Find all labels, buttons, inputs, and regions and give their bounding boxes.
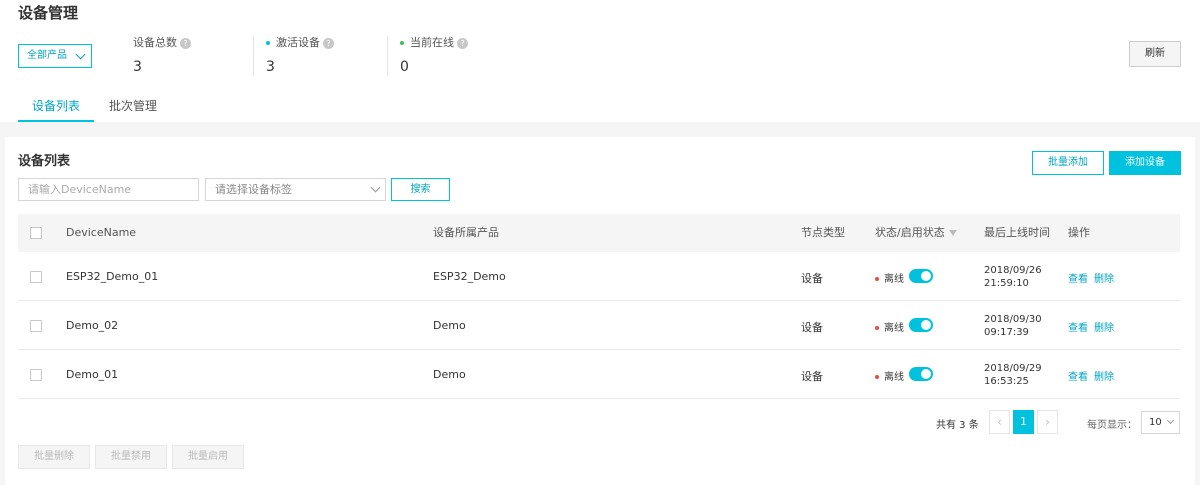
stat-value: 3 — [266, 59, 275, 75]
per-page-select[interactable]: 10 — [1141, 411, 1180, 434]
divider — [387, 36, 388, 76]
table-row: ESP32_Demo_01 ESP32_Demo 设备 离线 2018/09/2… — [18, 252, 1180, 301]
page-title: 设备管理 — [18, 4, 79, 22]
tab-device-list[interactable]: 设备列表 — [18, 97, 94, 122]
stat-label: 设备总数 — [133, 36, 177, 49]
help-icon[interactable]: ? — [457, 37, 468, 49]
last-online-time: 2018/09/30 09:17:39 — [984, 313, 1042, 339]
table-header: DeviceName 设备所属产品 节点类型 状态/启用状态 最后上线时间 操作 — [18, 214, 1180, 252]
column-header-last-online: 最后上线时间 — [984, 226, 1050, 239]
enable-toggle[interactable] — [909, 318, 933, 332]
per-page-value: 10 — [1149, 417, 1162, 428]
last-online-clock: 21:59:10 — [984, 278, 1029, 289]
product-filter-select[interactable]: 全部产品 — [18, 44, 92, 68]
bulk-disable-button[interactable]: 批量禁用 — [95, 445, 167, 469]
device-name: Demo_02 — [66, 319, 119, 332]
device-tag-placeholder: 请选择设备标签 — [215, 183, 292, 196]
add-device-button[interactable]: 添加设备 — [1109, 151, 1181, 175]
view-link[interactable]: 查看 — [1068, 270, 1088, 285]
last-online-date: 2018/09/26 — [984, 265, 1042, 276]
pagination-prev-button[interactable]: ‹ — [989, 410, 1010, 434]
status-dot-icon — [400, 41, 404, 45]
status-dot-icon — [875, 277, 879, 281]
status-badge: 离线 — [875, 368, 904, 383]
node-type: 设备 — [801, 370, 823, 383]
refresh-button[interactable]: 刷新 — [1129, 41, 1181, 67]
help-icon[interactable]: ? — [180, 37, 191, 49]
per-page-label: 每页显示： — [1087, 420, 1137, 431]
device-name-search-input[interactable]: 请输入DeviceName — [18, 178, 199, 201]
column-header-status[interactable]: 状态/启用状态 — [875, 214, 957, 252]
stat-activated-devices: 激活设备? 3 — [266, 34, 334, 80]
delete-link[interactable]: 删除 — [1094, 270, 1114, 285]
stat-online-devices: 当前在线? 0 — [400, 34, 468, 80]
chevron-down-icon — [1166, 416, 1175, 425]
status-dot-icon — [875, 326, 879, 330]
status-text: 离线 — [884, 323, 904, 334]
section-title: 设备列表 — [18, 154, 71, 169]
help-icon[interactable]: ? — [323, 37, 334, 49]
bulk-add-button[interactable]: 批量添加 — [1032, 151, 1104, 175]
delete-link[interactable]: 删除 — [1094, 319, 1114, 334]
status-badge: 离线 — [875, 270, 904, 285]
stat-label: 激活设备 — [276, 36, 320, 49]
stat-value: 3 — [133, 59, 142, 75]
column-header-status-label: 状态/启用状态 — [875, 226, 945, 239]
device-name: Demo_01 — [66, 368, 119, 381]
device-product: Demo — [433, 319, 466, 332]
delete-link[interactable]: 删除 — [1094, 368, 1114, 383]
last-online-clock: 09:17:39 — [984, 327, 1029, 338]
view-link[interactable]: 查看 — [1068, 319, 1088, 334]
pagination-next-button[interactable]: › — [1037, 410, 1058, 434]
enable-toggle[interactable] — [909, 269, 933, 283]
divider — [253, 36, 254, 76]
status-text: 离线 — [884, 372, 904, 383]
search-button[interactable]: 搜索 — [391, 178, 450, 201]
device-product: Demo — [433, 368, 466, 381]
filter-icon[interactable] — [948, 230, 957, 236]
stat-total-devices: 设备总数? 3 — [133, 34, 191, 80]
tab-batch-management[interactable]: 批次管理 — [109, 97, 157, 114]
last-online-time: 2018/09/26 21:59:10 — [984, 264, 1042, 290]
status-text: 离线 — [884, 274, 904, 285]
column-header-product: 设备所属产品 — [433, 226, 499, 239]
view-link[interactable]: 查看 — [1068, 368, 1088, 383]
product-filter-value: 全部产品 — [27, 50, 67, 61]
stat-label: 当前在线 — [410, 36, 454, 49]
status-dot-icon — [875, 375, 879, 379]
bulk-delete-button[interactable]: 批量删除 — [18, 445, 90, 469]
status-badge: 离线 — [875, 319, 904, 334]
device-name: ESP32_Demo_01 — [66, 270, 159, 283]
row-checkbox[interactable] — [30, 320, 42, 332]
last-online-clock: 16:53:25 — [984, 376, 1029, 387]
enable-toggle[interactable] — [909, 367, 933, 381]
pagination-total: 共有 3 条 — [936, 420, 979, 431]
table-row: Demo_01 Demo 设备 离线 2018/09/29 16:53:25 查看… — [18, 350, 1180, 399]
row-checkbox[interactable] — [30, 271, 42, 283]
last-online-time: 2018/09/29 16:53:25 — [984, 362, 1042, 388]
row-checkbox[interactable] — [30, 369, 42, 381]
chevron-down-icon — [75, 49, 86, 60]
last-online-date: 2018/09/29 — [984, 363, 1042, 374]
node-type: 设备 — [801, 321, 823, 334]
device-tag-select[interactable]: 请选择设备标签 — [205, 178, 386, 201]
device-product: ESP32_Demo — [433, 270, 506, 283]
table-row: Demo_02 Demo 设备 离线 2018/09/30 09:17:39 查看… — [18, 301, 1180, 350]
column-header-actions: 操作 — [1068, 226, 1090, 239]
column-header-node-type: 节点类型 — [801, 226, 845, 239]
select-all-checkbox[interactable] — [30, 227, 42, 239]
column-header-devicename: DeviceName — [66, 226, 137, 239]
chevron-down-icon — [370, 182, 381, 193]
last-online-date: 2018/09/30 — [984, 314, 1042, 325]
bulk-enable-button[interactable]: 批量启用 — [172, 445, 244, 469]
pagination-page-1[interactable]: 1 — [1013, 410, 1034, 434]
stat-value: 0 — [400, 59, 409, 75]
status-dot-icon — [266, 41, 270, 45]
node-type: 设备 — [801, 272, 823, 285]
